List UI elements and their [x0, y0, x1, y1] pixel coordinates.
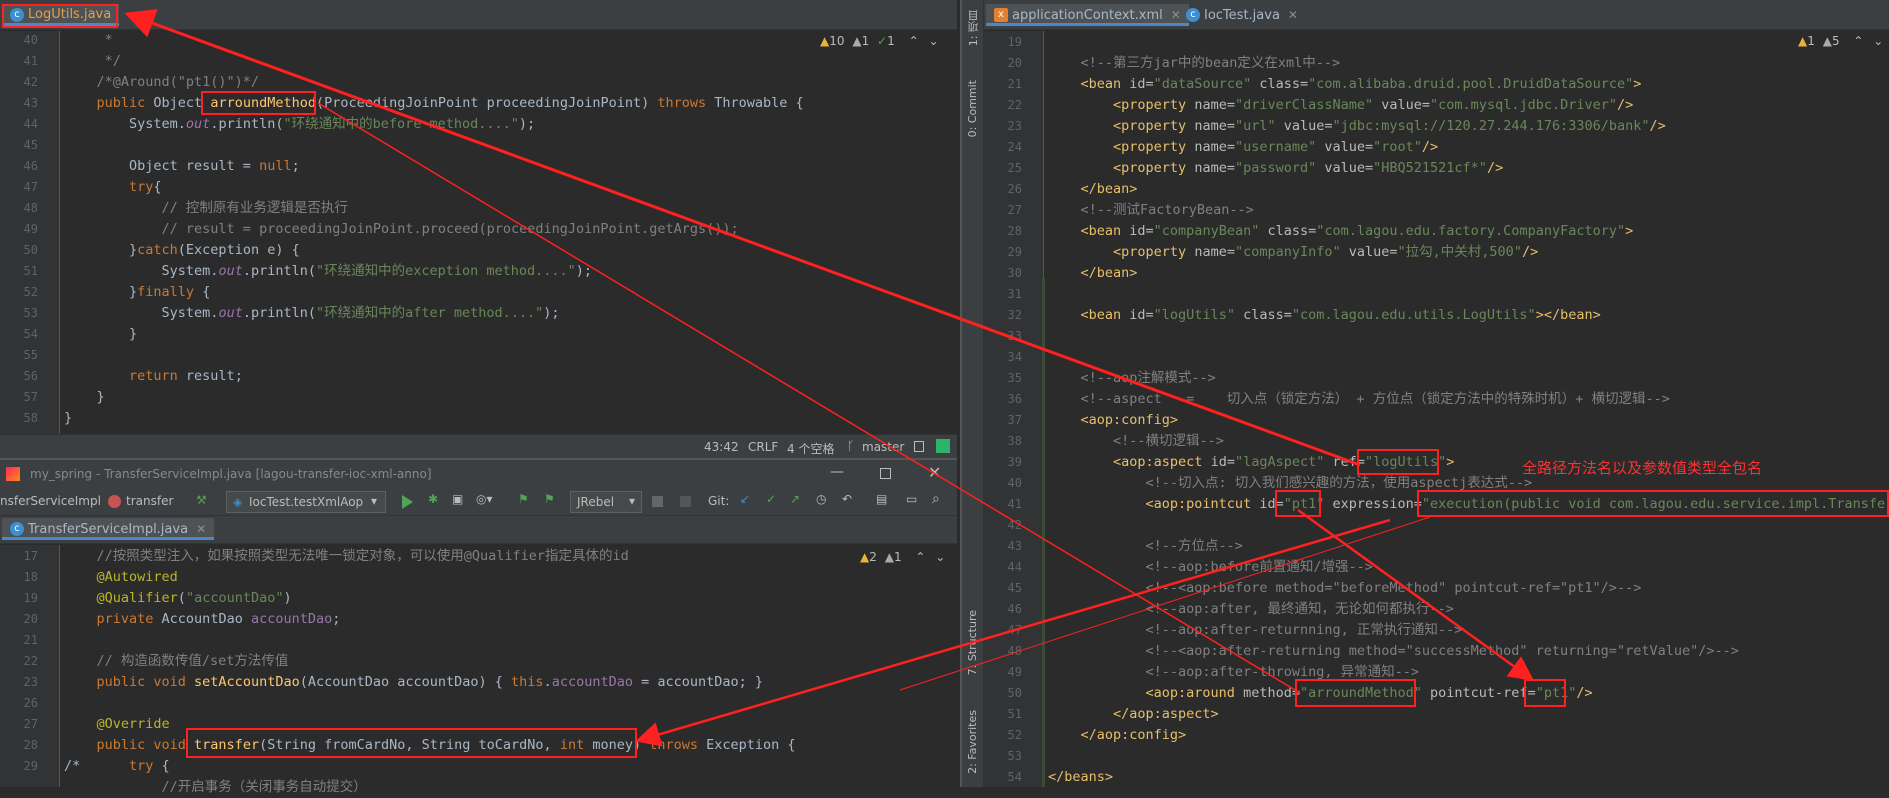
arrow-arroundmethod	[317, 102, 1301, 694]
annotation-arrows	[124, 9, 1535, 747]
arrow-logutils	[124, 9, 1361, 467]
arrow-transfer	[635, 518, 1391, 747]
arrow-pt1	[1297, 508, 1535, 681]
arrow-execution-thin	[899, 516, 1431, 691]
